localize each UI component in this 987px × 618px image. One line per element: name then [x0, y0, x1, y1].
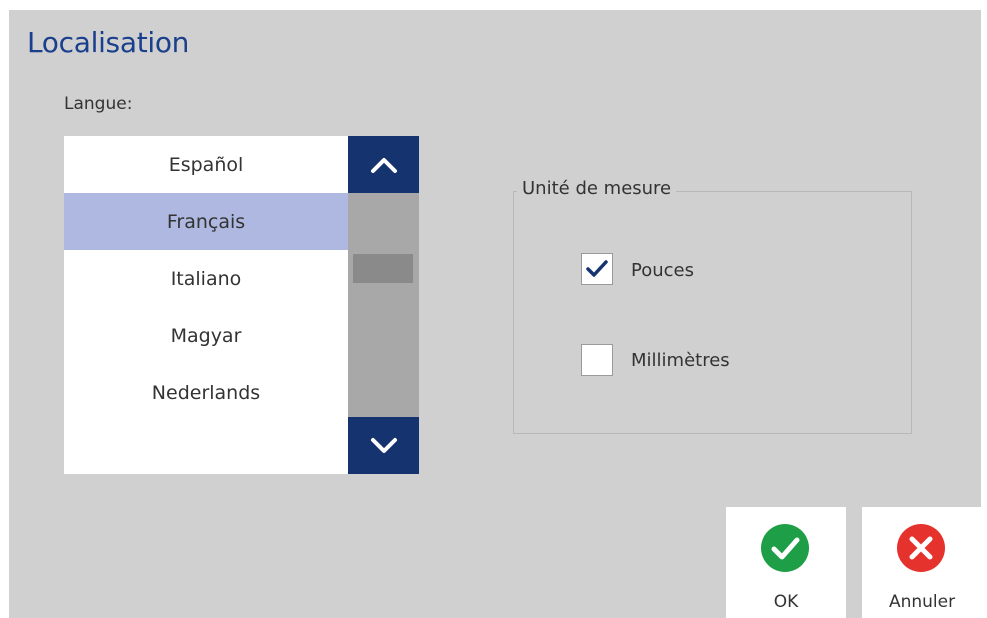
- scroll-up-button[interactable]: [348, 136, 419, 193]
- language-listbox[interactable]: Español Français Italiano Magyar Nederla…: [64, 136, 419, 474]
- close-icon: [897, 524, 945, 572]
- scroll-thumb[interactable]: [353, 254, 413, 283]
- millimeters-label[interactable]: Millimètres: [631, 350, 730, 371]
- list-scrollbar[interactable]: [348, 136, 419, 474]
- cancel-label: Annuler: [888, 592, 956, 612]
- chevron-down-icon: [370, 437, 397, 453]
- page-title: Localisation: [27, 26, 190, 59]
- scroll-down-button[interactable]: [348, 417, 419, 474]
- inches-label[interactable]: Pouces: [631, 260, 694, 281]
- chevron-up-icon: [370, 157, 397, 173]
- cancel-button[interactable]: Annuler: [862, 507, 982, 618]
- unit-groupbox: [513, 191, 912, 434]
- list-item-italiano[interactable]: Italiano: [64, 250, 348, 307]
- list-item-francais[interactable]: Français: [64, 193, 348, 250]
- list-item-magyar[interactable]: Magyar: [64, 307, 348, 364]
- ok-label: OK: [773, 592, 799, 612]
- check-icon: [761, 524, 809, 572]
- localisation-screen: Localisation Langue: Español Français It…: [9, 10, 982, 618]
- unit-groupbox-legend: Unité de mesure: [517, 178, 677, 199]
- checkmark-icon: [586, 260, 608, 277]
- inches-checkbox[interactable]: [581, 253, 613, 285]
- list-item-nederlands[interactable]: Nederlands: [64, 364, 348, 421]
- list-item-espanol[interactable]: Español: [64, 136, 348, 193]
- ok-button[interactable]: OK: [726, 507, 846, 618]
- language-label: Langue:: [64, 94, 133, 114]
- millimeters-checkbox[interactable]: [581, 344, 613, 376]
